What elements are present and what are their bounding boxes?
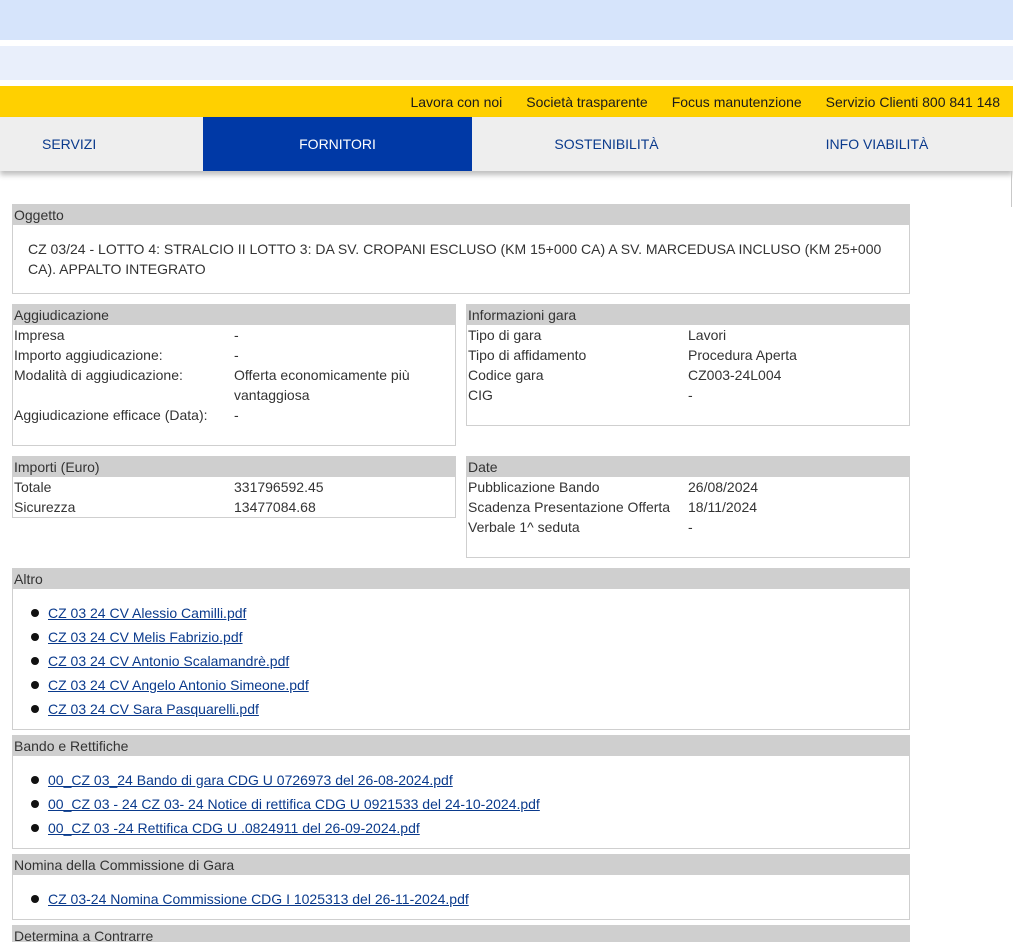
field-label: Importo aggiudicazione: bbox=[14, 347, 163, 363]
list-item: CZ 03 24 CV Melis Fabrizio.pdf bbox=[31, 625, 909, 649]
determina-heading: Determina a Contrarre bbox=[13, 926, 909, 942]
aggiudicazione-table: Impresa - Importo aggiudicazione: - Moda… bbox=[13, 325, 455, 425]
field-label: Tipo di gara bbox=[468, 327, 542, 343]
aggiudicazione-panel: Aggiudicazione Impresa - Importo aggiudi… bbox=[12, 304, 456, 446]
list-item: CZ 03 24 CV Alessio Camilli.pdf bbox=[31, 601, 909, 625]
file-link[interactable]: 00_CZ 03 -24 Rettifica CDG U .0824911 de… bbox=[48, 820, 420, 836]
file-link[interactable]: 00_CZ 03 - 24 CZ 03- 24 Notice di rettif… bbox=[48, 796, 540, 812]
bando-file-list: 00_CZ 03_24 Bando di gara CDG U 0726973 … bbox=[13, 756, 909, 840]
bullet-icon bbox=[31, 633, 39, 641]
field-label: Modalità di aggiudicazione: bbox=[14, 367, 183, 383]
link-societa-trasparente[interactable]: Società trasparente bbox=[526, 94, 647, 110]
nomina-heading: Nomina della Commissione di Gara bbox=[13, 855, 909, 875]
field-value: CZ003-24L004 bbox=[688, 367, 782, 383]
field-value: 26/08/2024 bbox=[688, 479, 759, 495]
list-item: CZ 03 24 CV Sara Pasquarelli.pdf bbox=[31, 697, 909, 721]
utility-bar: Lavora con noi Società trasparente Focus… bbox=[0, 86, 1013, 117]
bando-heading: Bando e Rettifiche bbox=[13, 736, 909, 756]
field-label: Aggiudicazione efficace (Data): bbox=[14, 407, 208, 423]
bullet-icon bbox=[31, 824, 39, 832]
field-label: Totale bbox=[14, 479, 52, 495]
main-nav: SERVIZI FORNITORI SOSTENIBILITÀ INFO VIA… bbox=[0, 117, 1013, 171]
header-band-bottom bbox=[0, 46, 1013, 80]
field-value: - bbox=[234, 327, 239, 343]
date-panel: Date Pubblicazione Bando 26/08/2024 Scad… bbox=[466, 456, 910, 558]
altro-heading: Altro bbox=[13, 569, 909, 589]
list-item: CZ 03 24 CV Angelo Antonio Simeone.pdf bbox=[31, 673, 909, 697]
link-lavora-con-noi[interactable]: Lavora con noi bbox=[410, 94, 502, 110]
header-band-top bbox=[0, 0, 1013, 40]
field-label: Pubblicazione Bando bbox=[468, 479, 600, 495]
oggetto-panel: Oggetto CZ 03/24 - LOTTO 4: STRALCIO II … bbox=[12, 204, 910, 294]
file-link[interactable]: CZ 03-24 Nomina Commissione CDG I 102531… bbox=[48, 891, 469, 907]
field-label: Codice gara bbox=[468, 367, 544, 383]
bullet-icon bbox=[31, 657, 39, 665]
bullet-icon bbox=[31, 609, 39, 617]
field-label: Verbale 1^ seduta bbox=[468, 519, 580, 535]
date-table: Pubblicazione Bando 26/08/2024 Scadenza … bbox=[467, 477, 909, 537]
field-label: Tipo di affidamento bbox=[468, 347, 587, 363]
link-servizio-clienti[interactable]: Servizio Clienti 800 841 148 bbox=[826, 94, 1000, 110]
field-value: - bbox=[234, 347, 239, 363]
oggetto-heading: Oggetto bbox=[13, 205, 909, 225]
field-value: Offerta economicamente più vantaggiosa bbox=[234, 367, 410, 403]
file-link[interactable]: CZ 03 24 CV Alessio Camilli.pdf bbox=[48, 605, 246, 621]
tab-info-viabilita[interactable]: INFO VIABILITÀ bbox=[741, 117, 1013, 171]
bullet-icon bbox=[31, 681, 39, 689]
file-link[interactable]: CZ 03 24 CV Melis Fabrizio.pdf bbox=[48, 629, 243, 645]
bullet-icon bbox=[31, 895, 39, 903]
divider bbox=[1011, 171, 1012, 207]
bullet-icon bbox=[31, 705, 39, 713]
altro-panel: Altro CZ 03 24 CV Alessio Camilli.pdf CZ… bbox=[12, 568, 910, 730]
field-value: - bbox=[234, 407, 239, 423]
aggiudicazione-heading: Aggiudicazione bbox=[13, 305, 455, 325]
bullet-icon bbox=[31, 776, 39, 784]
field-value: - bbox=[688, 519, 693, 535]
field-value: 331796592.45 bbox=[234, 479, 324, 495]
list-item: 00_CZ 03 -24 Rettifica CDG U .0824911 de… bbox=[31, 816, 909, 840]
field-label: Scadenza Presentazione Offerta bbox=[468, 499, 671, 515]
list-item: 00_CZ 03_24 Bando di gara CDG U 0726973 … bbox=[31, 768, 909, 792]
nomina-panel: Nomina della Commissione di Gara CZ 03-2… bbox=[12, 854, 910, 920]
tab-fornitori[interactable]: FORNITORI bbox=[203, 117, 472, 171]
field-value: Lavori bbox=[688, 327, 727, 343]
field-value: 18/11/2024 bbox=[688, 499, 758, 515]
informazioni-gara-heading: Informazioni gara bbox=[467, 305, 909, 325]
altro-file-list: CZ 03 24 CV Alessio Camilli.pdf CZ 03 24… bbox=[13, 589, 909, 721]
list-item: 00_CZ 03 - 24 CZ 03- 24 Notice di rettif… bbox=[31, 792, 909, 816]
field-value: - bbox=[688, 387, 693, 403]
list-item: CZ 03-24 Nomina Commissione CDG I 102531… bbox=[31, 887, 909, 911]
field-value: Procedura Aperta bbox=[688, 347, 797, 363]
date-heading: Date bbox=[467, 457, 909, 477]
importi-heading: Importi (Euro) bbox=[13, 457, 455, 477]
nomina-file-list: CZ 03-24 Nomina Commissione CDG I 102531… bbox=[13, 875, 909, 911]
tab-servizi[interactable]: SERVIZI bbox=[0, 117, 203, 171]
informazioni-gara-panel: Informazioni gara Tipo di gara Lavori Ti… bbox=[466, 304, 910, 426]
file-link[interactable]: 00_CZ 03_24 Bando di gara CDG U 0726973 … bbox=[48, 772, 453, 788]
importi-table: Totale 331796592.45 Sicurezza 13477084.6… bbox=[13, 477, 455, 517]
informazioni-gara-table: Tipo di gara Lavori Tipo di affidamento … bbox=[467, 325, 909, 405]
file-link[interactable]: CZ 03 24 CV Angelo Antonio Simeone.pdf bbox=[48, 677, 309, 693]
tab-sostenibilita[interactable]: SOSTENIBILITÀ bbox=[472, 117, 741, 171]
determina-panel: Determina a Contrarre bbox=[12, 925, 910, 942]
field-label: Sicurezza bbox=[14, 499, 76, 515]
file-link[interactable]: CZ 03 24 CV Antonio Scalamandrè.pdf bbox=[48, 653, 289, 669]
bullet-icon bbox=[31, 800, 39, 808]
field-label: CIG bbox=[468, 387, 493, 403]
field-value: 13477084.68 bbox=[234, 499, 316, 515]
link-focus-manutenzione[interactable]: Focus manutenzione bbox=[672, 94, 802, 110]
list-item: CZ 03 24 CV Antonio Scalamandrè.pdf bbox=[31, 649, 909, 673]
importi-panel: Importi (Euro) Totale 331796592.45 Sicur… bbox=[12, 456, 456, 518]
field-label: Impresa bbox=[14, 327, 65, 343]
bando-panel: Bando e Rettifiche 00_CZ 03_24 Bando di … bbox=[12, 735, 910, 849]
oggetto-text: CZ 03/24 - LOTTO 4: STRALCIO II LOTTO 3:… bbox=[28, 241, 882, 277]
file-link[interactable]: CZ 03 24 CV Sara Pasquarelli.pdf bbox=[48, 701, 259, 717]
